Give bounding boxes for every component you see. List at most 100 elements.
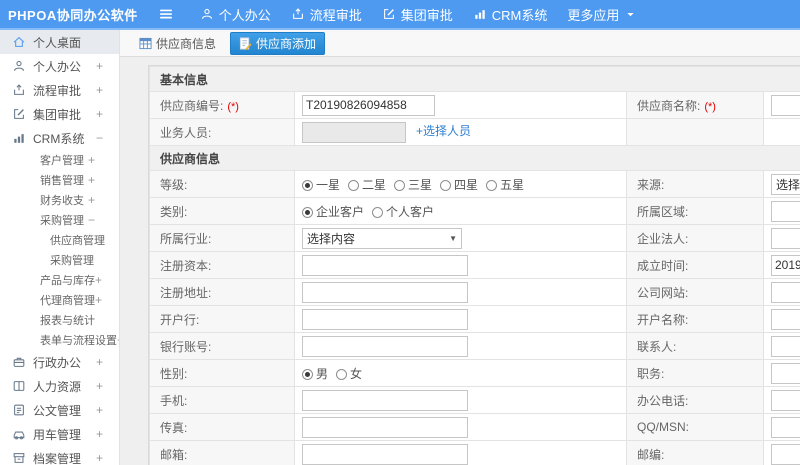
nav-item-more-apps[interactable]: 更多应用: [567, 5, 636, 24]
radio-label: 二星: [362, 177, 387, 192]
supplier-code-label: 供应商编号: (*): [149, 91, 295, 119]
section-title: 基本信息: [149, 66, 800, 92]
fax-input[interactable]: [302, 416, 468, 438]
sidebar-item-product-inventory[interactable]: 产品与库存 +: [0, 270, 119, 290]
level-option-3[interactable]: 四星: [440, 176, 478, 193]
sidebar-item-form-workflow-settings[interactable]: 表单与流程设置+: [0, 330, 119, 350]
supplier-form-table: 基本信息供应商编号:(*)供应商名称:(*)业务人员:+选择人员供应商信息等级:…: [149, 66, 800, 465]
sidebar-item-personal-desktop[interactable]: 个人桌面: [0, 30, 119, 54]
industry-select[interactable]: 选择内容 ▼: [302, 227, 462, 249]
level-option-4[interactable]: 五星: [486, 176, 524, 193]
mobile-input[interactable]: [302, 389, 468, 411]
company-website-input[interactable]: [771, 281, 800, 303]
category-option-0[interactable]: 企业客户: [302, 203, 364, 220]
gender-option-0[interactable]: 男: [302, 365, 328, 382]
select-value: 选择内容: [307, 231, 356, 246]
field-label: 公司网站:: [637, 285, 689, 300]
bank-account-input[interactable]: [302, 335, 468, 357]
sidebar-item-document-mgmt[interactable]: 公文管理 +: [0, 398, 119, 422]
sidebar-item-customer-mgmt[interactable]: 客户管理 +: [0, 150, 119, 170]
sidebar-item-supplier-mgmt[interactable]: 供应商管理: [0, 230, 119, 250]
tab-supplier-add[interactable]: 供应商添加: [230, 31, 326, 55]
position-input[interactable]: [771, 362, 800, 384]
field-label: 所属行业:: [160, 231, 212, 246]
sidebar-item-finance-mgmt[interactable]: 财务收支 +: [0, 190, 119, 210]
field-label: 类别:: [160, 204, 188, 219]
sidebar-item-group-approval[interactable]: 集团审批 +: [0, 102, 119, 126]
account-name-input[interactable]: [771, 308, 800, 330]
sidebar-item-label: 集团审批: [33, 107, 82, 122]
nav-item-personal-office[interactable]: 个人办公: [200, 5, 271, 24]
business-staff-input[interactable]: [302, 121, 406, 143]
field-label: 联系人:: [637, 339, 677, 354]
level-option-2[interactable]: 三星: [394, 176, 432, 193]
category-option-1[interactable]: 个人客户: [372, 203, 434, 220]
sidebar-item-label: 采购管理: [50, 255, 94, 267]
office-phone-input[interactable]: [771, 389, 800, 411]
nav-item-label: 集团审批: [400, 7, 453, 23]
form-row: 业务人员: +选择人员: [149, 118, 800, 146]
app-logo: PHPOA协同办公软件: [8, 7, 138, 23]
qq-msn-input[interactable]: [771, 416, 800, 438]
legal-person-input[interactable]: [771, 227, 800, 249]
sidebar-item-workflow-approval[interactable]: 流程审批 +: [0, 78, 119, 102]
field-label: 开户行:: [160, 312, 200, 327]
level-option-0[interactable]: 一星: [302, 176, 340, 193]
supplier-code-input[interactable]: [302, 94, 435, 116]
supplier-name-input[interactable]: [771, 94, 800, 116]
sidebar-item-purchasing[interactable]: 采购管理: [0, 250, 119, 270]
form-row: 开户行: 开户名称:: [149, 305, 800, 333]
business-staff-picker-link[interactable]: +选择人员: [416, 124, 471, 138]
contact-person-label: 联系人:: [626, 332, 764, 360]
sidebar-item-label: 供应商管理: [50, 235, 105, 247]
sidebar-item-label: 客户管理: [40, 155, 84, 167]
nav-item-label: 更多应用: [567, 7, 620, 23]
form-row: 银行账号: 联系人:: [149, 332, 800, 360]
field-label: 传真:: [160, 420, 188, 435]
tab-bar: 供应商信息 供应商添加: [120, 30, 800, 57]
field-label: 业务人员:: [160, 125, 212, 140]
tab-label: 供应商信息: [156, 36, 217, 51]
gender-option-1[interactable]: 女: [336, 365, 362, 382]
registered-address-input[interactable]: [302, 281, 468, 303]
sidebar-item-archive-mgmt[interactable]: 档案管理 +: [0, 446, 119, 465]
founded-date-input[interactable]: [771, 254, 800, 276]
menu-icon[interactable]: [158, 6, 174, 22]
field-label: 等级:: [160, 177, 188, 192]
radio-icon: [336, 368, 348, 380]
source-select[interactable]: 选择内容▼: [771, 173, 800, 195]
sidebar-item-admin-office[interactable]: 行政办公 +: [0, 350, 119, 374]
tab-supplier-info[interactable]: 供应商信息: [133, 32, 222, 55]
sidebar-item-purchase-mgmt[interactable]: 采购管理 −: [0, 210, 119, 230]
supplier-name-label: 供应商名称: (*): [626, 91, 764, 119]
expand-icon: +: [87, 173, 95, 187]
radio-icon: [486, 179, 498, 191]
nav-item-crm-system[interactable]: CRM系统: [473, 5, 548, 24]
nav-item-workflow-approval[interactable]: 流程审批: [291, 5, 362, 24]
registered-capital-input[interactable]: [302, 254, 468, 276]
contact-person-input[interactable]: [771, 335, 800, 357]
zip-code-input[interactable]: [771, 443, 800, 465]
email-input[interactable]: [302, 443, 468, 465]
radio-icon: [372, 206, 384, 218]
sidebar-item-crm-system[interactable]: CRM系统 −: [0, 126, 119, 150]
sidebar-item-report-stats[interactable]: 报表与统计: [0, 310, 119, 330]
expand-icon: +: [95, 59, 103, 73]
sidebar-item-vehicle-mgmt[interactable]: 用车管理 +: [0, 422, 119, 446]
topbar-nav: 个人办公 流程审批 集团审批 CRM系统 更多应用: [180, 5, 637, 24]
level-option-1[interactable]: 二星: [348, 176, 386, 193]
field-label: 职务:: [637, 366, 665, 381]
sidebar-item-sales-mgmt[interactable]: 销售管理 +: [0, 170, 119, 190]
form-row: 类别: 企业客户 个人客户 所属区域:: [149, 197, 800, 225]
nav-item-group-approval[interactable]: 集团审批: [382, 5, 453, 24]
sidebar-item-human-resources[interactable]: 人力资源 +: [0, 374, 119, 398]
sidebar-item-agent-mgmt[interactable]: 代理商管理 +: [0, 290, 119, 310]
nav-item-label: CRM系统: [491, 7, 548, 23]
caret-down-icon: ▼: [449, 233, 457, 243]
sidebar-item-personal-office[interactable]: 个人办公 +: [0, 54, 119, 78]
field-label: 注册地址:: [160, 285, 212, 300]
region-input[interactable]: [771, 200, 800, 222]
empty-label-cell: [626, 118, 764, 146]
bank-input[interactable]: [302, 308, 468, 330]
sidebar-item-label: 报表与统计: [40, 315, 95, 327]
